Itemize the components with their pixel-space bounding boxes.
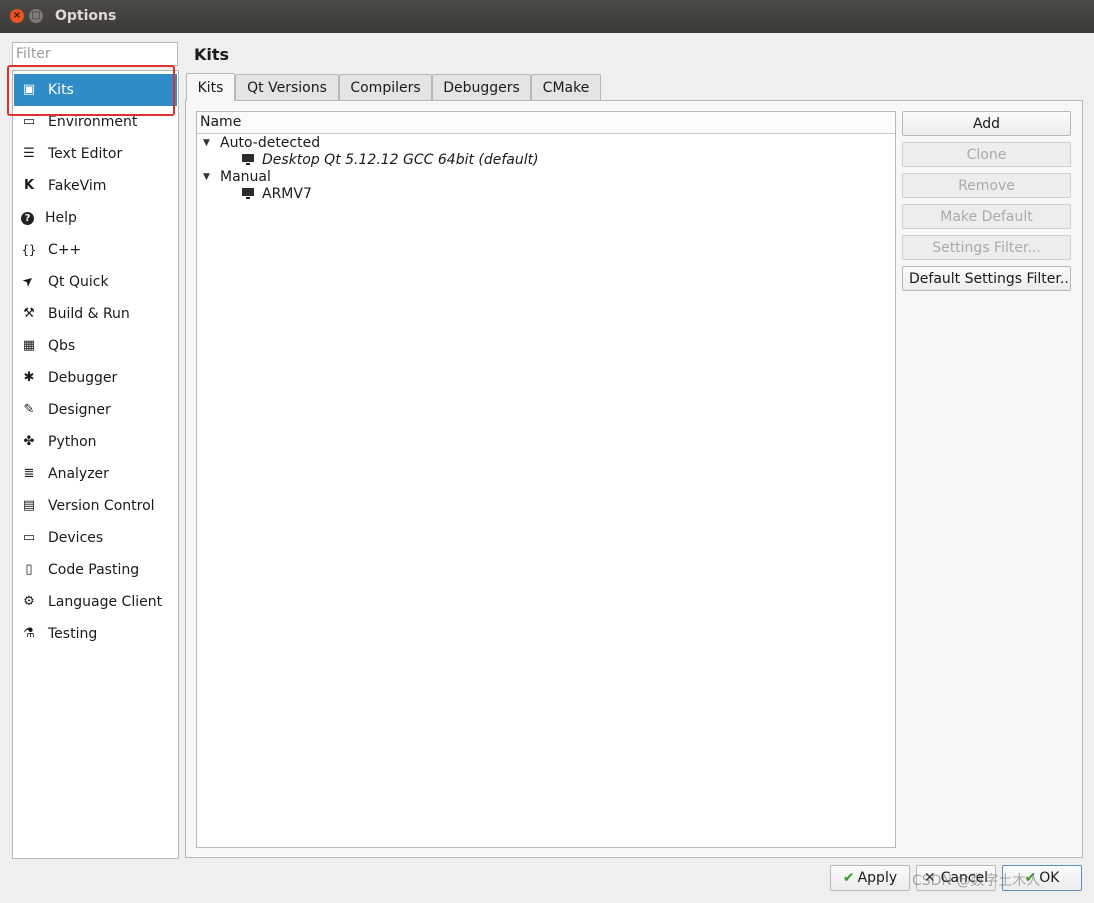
filter-field[interactable] bbox=[12, 42, 178, 66]
sidebar-item-label: Environment bbox=[48, 114, 138, 130]
tree-group-label: Manual bbox=[220, 168, 271, 185]
sidebar-item-code-pasting[interactable]: ▯ Code Pasting bbox=[14, 554, 177, 586]
sidebar-item-devices[interactable]: ▭ Devices bbox=[14, 522, 177, 554]
sidebar-item-label: Help bbox=[45, 210, 77, 226]
sidebar-item-label: Testing bbox=[48, 626, 98, 642]
tree-group-manual[interactable]: ▼ Manual bbox=[203, 168, 271, 185]
hammer-icon: ⚒ bbox=[23, 306, 35, 321]
sidebar-item-label: Kits bbox=[48, 82, 74, 98]
text-editor-icon: ☰ bbox=[23, 146, 35, 161]
sidebar-item-analyzer[interactable]: ≣ Analyzer bbox=[14, 458, 177, 490]
sidebar-item-help[interactable]: ? Help bbox=[14, 202, 177, 234]
sidebar-item-version-control[interactable]: ▤ Version Control bbox=[14, 490, 177, 522]
tree-group-auto-detected[interactable]: ▼ Auto-detected bbox=[203, 134, 320, 151]
testing-icon: ⚗ bbox=[23, 626, 35, 641]
devices-icon: ▭ bbox=[22, 530, 36, 545]
sidebar-item-label: Language Client bbox=[48, 594, 163, 610]
sidebar-item-label: Python bbox=[48, 434, 97, 450]
sidebar-item-label: Qt Quick bbox=[48, 274, 109, 290]
sidebar-item-label: C++ bbox=[48, 242, 82, 258]
default-settings-filter-button[interactable]: Default Settings Filter... bbox=[902, 266, 1071, 291]
watermark: CSDN @数字土木人 bbox=[912, 873, 1041, 889]
fakevim-icon: K bbox=[23, 178, 35, 193]
title-bar: × □ Options bbox=[0, 0, 1094, 33]
sidebar-item-qt-quick[interactable]: ➤ Qt Quick bbox=[14, 266, 177, 298]
maximize-window-button[interactable]: □ bbox=[29, 9, 43, 23]
category-list: ▣ Kits ▭ Environment ☰ Text Editor K Fak… bbox=[12, 70, 179, 859]
expand-arrow-icon[interactable]: ▼ bbox=[203, 138, 215, 148]
tree-group-label: Auto-detected bbox=[220, 134, 321, 151]
page-title: Kits bbox=[194, 45, 230, 64]
settings-filter-button[interactable]: Settings Filter... bbox=[902, 235, 1071, 260]
version-control-icon: ▤ bbox=[22, 498, 36, 513]
monitor-icon bbox=[242, 187, 254, 200]
tree-item-desktop-kit[interactable]: Desktop Qt 5.12.12 GCC 64bit (default) bbox=[242, 151, 539, 168]
tab-compilers[interactable]: Compilers bbox=[339, 74, 432, 100]
sidebar-item-text-editor[interactable]: ☰ Text Editor bbox=[14, 138, 177, 170]
sidebar-item-label: Designer bbox=[48, 402, 111, 418]
language-client-icon: ⚙ bbox=[23, 594, 35, 609]
apply-label: Apply bbox=[857, 870, 898, 886]
sidebar-item-python[interactable]: ✤ Python bbox=[14, 426, 177, 458]
sidebar-item-qbs[interactable]: ▦ Qbs bbox=[14, 330, 177, 362]
sidebar-item-label: Build & Run bbox=[48, 306, 130, 322]
sidebar-item-label: Debugger bbox=[48, 370, 118, 386]
ok-label: OK bbox=[1039, 870, 1060, 886]
tree-header: Name bbox=[197, 112, 895, 134]
tab-qt-versions[interactable]: Qt Versions bbox=[235, 74, 339, 100]
tree-item-label: Desktop Qt 5.12.12 GCC 64bit (default) bbox=[262, 151, 539, 168]
sidebar-item-environment[interactable]: ▭ Environment bbox=[14, 106, 177, 138]
sidebar-item-label: Version Control bbox=[48, 498, 155, 514]
window-title: Options bbox=[55, 8, 117, 24]
sidebar-item-fakevim[interactable]: K FakeVim bbox=[14, 170, 177, 202]
sidebar-item-cpp[interactable]: {} C++ bbox=[14, 234, 177, 266]
column-header-name[interactable]: Name bbox=[200, 114, 241, 130]
bug-icon: ✱ bbox=[23, 370, 35, 385]
apply-button[interactable]: ✔ Apply bbox=[830, 865, 910, 891]
paper-plane-icon: ➤ bbox=[19, 272, 38, 291]
sidebar-item-debugger[interactable]: ✱ Debugger bbox=[14, 362, 177, 394]
sidebar-item-build-run[interactable]: ⚒ Build & Run bbox=[14, 298, 177, 330]
add-button[interactable]: Add bbox=[902, 111, 1071, 136]
sidebar-item-label: FakeVim bbox=[48, 178, 107, 194]
pen-icon: ✎ bbox=[23, 402, 35, 417]
filter-input[interactable] bbox=[13, 43, 166, 65]
tree-item-armv7[interactable]: ARMV7 bbox=[242, 185, 312, 202]
sidebar-item-label: Devices bbox=[48, 530, 104, 546]
monitor-icon: ▭ bbox=[22, 114, 36, 129]
kits-icon: ▣ bbox=[22, 82, 36, 97]
remove-button[interactable]: Remove bbox=[902, 173, 1071, 198]
sidebar-item-kits[interactable]: ▣ Kits bbox=[14, 74, 177, 106]
tab-kits[interactable]: Kits bbox=[186, 73, 235, 101]
sidebar-item-label: Analyzer bbox=[48, 466, 109, 482]
sidebar-item-language-client[interactable]: ⚙ Language Client bbox=[14, 586, 177, 618]
tab-cmake[interactable]: CMake bbox=[531, 74, 601, 100]
monitor-icon bbox=[242, 153, 254, 166]
tab-debuggers[interactable]: Debuggers bbox=[432, 74, 531, 100]
clipboard-icon: ▯ bbox=[25, 562, 33, 577]
grid-icon: ▦ bbox=[22, 338, 36, 353]
kits-tree[interactable]: Name ▼ Auto-detected Desktop Qt 5.12.12 … bbox=[196, 111, 896, 848]
sidebar-item-label: Code Pasting bbox=[48, 562, 140, 578]
help-icon: ? bbox=[21, 211, 34, 225]
make-default-button[interactable]: Make Default bbox=[902, 204, 1071, 229]
close-window-button[interactable]: × bbox=[10, 9, 24, 23]
sidebar-item-testing[interactable]: ⚗ Testing bbox=[14, 618, 177, 650]
sidebar-item-label: Text Editor bbox=[48, 146, 123, 162]
python-icon: ✤ bbox=[23, 434, 35, 449]
braces-icon: {} bbox=[21, 243, 37, 257]
expand-arrow-icon[interactable]: ▼ bbox=[203, 172, 215, 182]
sidebar-item-label: Qbs bbox=[48, 338, 76, 354]
tree-item-label: ARMV7 bbox=[262, 185, 312, 202]
checkmark-icon: ✔ bbox=[842, 870, 855, 886]
analyzer-icon: ≣ bbox=[23, 466, 35, 481]
sidebar-item-designer[interactable]: ✎ Designer bbox=[14, 394, 177, 426]
clone-button[interactable]: Clone bbox=[902, 142, 1071, 167]
